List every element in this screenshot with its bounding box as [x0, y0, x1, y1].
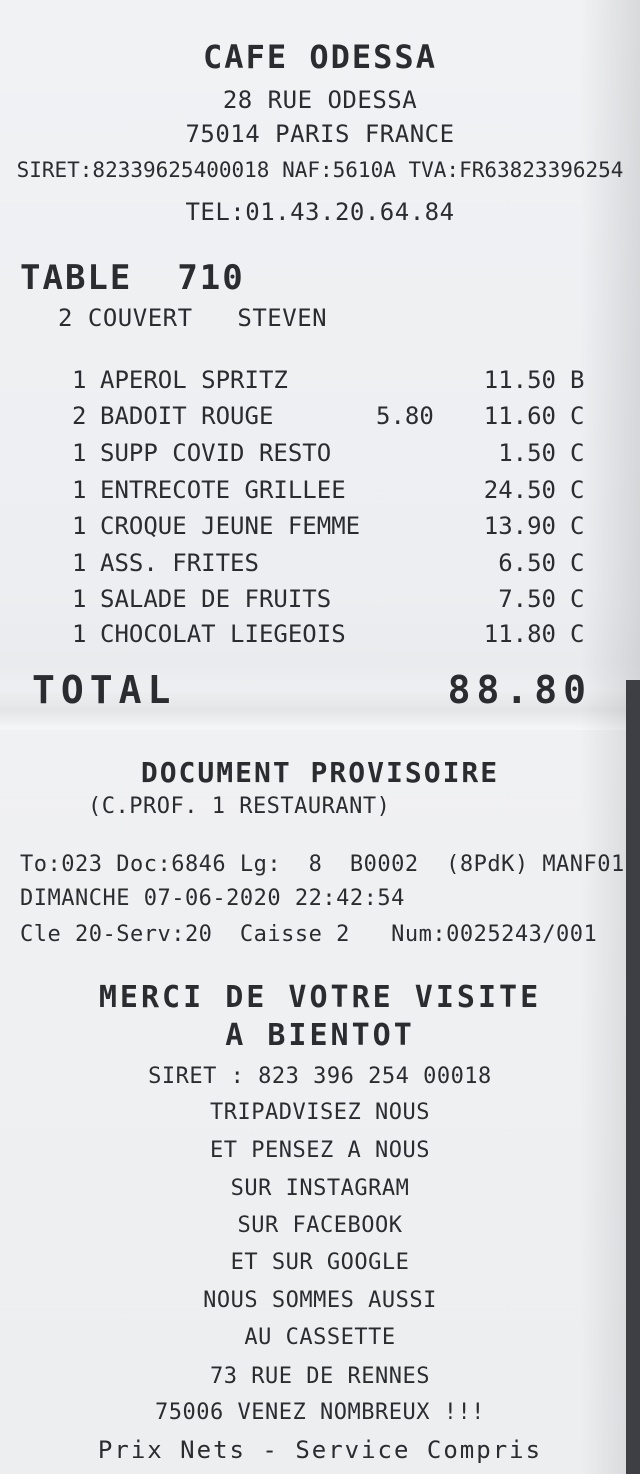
item-tax-code: C [570, 585, 585, 613]
restaurant-city: 75014 PARIS FRANCE [185, 120, 455, 148]
background-edge [626, 680, 640, 1474]
table-heading: TABLE 710 [20, 258, 245, 298]
item-name: BADOIT ROUGE [100, 402, 274, 430]
footer-siret: SIRET : 823 396 254 00018 [148, 1064, 492, 1089]
item-tax-code: C [570, 620, 585, 648]
list-item: 1 CROQUE JEUNE FEMME 13.90 C [0, 512, 640, 544]
item-price: 1.50 [498, 439, 556, 467]
item-unit-price: 5.80 [376, 402, 434, 430]
item-price: 6.50 [498, 549, 556, 577]
list-item: 1 CHOCOLAT LIEGEOIS 11.80 C [0, 620, 640, 652]
footer-line: 75006 VENEZ NOMBREUX !!! [155, 1400, 485, 1425]
item-price: 24.50 [483, 476, 556, 504]
item-qty: 1 [72, 620, 87, 648]
item-name: SUPP COVID RESTO [100, 439, 332, 467]
list-item: 1 SUPP COVID RESTO 1.50 C [0, 439, 640, 471]
list-item: 1 ASS. FRITES 6.50 C [0, 549, 640, 581]
register-info: Cle 20-Serv:20 Caisse 2 Num:0025243/001 [20, 922, 598, 947]
item-price: 11.50 [483, 366, 556, 394]
table-label: TABLE [20, 258, 133, 298]
footer-line: 73 RUE DE RENNES [210, 1364, 430, 1389]
restaurant-phone: TEL:01.43.20.64.84 [185, 198, 455, 226]
item-name: CHOCOLAT LIEGEOIS [100, 620, 346, 648]
item-price: 11.60 [483, 402, 556, 430]
item-tax-code: C [570, 549, 585, 577]
item-tax-code: B [570, 366, 585, 394]
total-amount: 88.80 [447, 668, 592, 712]
item-qty: 1 [72, 476, 87, 504]
item-tax-code: C [570, 512, 585, 540]
item-qty: 1 [72, 585, 87, 613]
document-subtitle: (C.PROF. 1 RESTAURANT) [88, 794, 391, 819]
item-qty: 1 [72, 366, 87, 394]
restaurant-street: 28 RUE ODESSA [222, 86, 418, 114]
restaurant-name: CAFE ODESSA [203, 38, 437, 76]
server-name: STEVEN [237, 304, 328, 332]
item-price: 13.90 [483, 512, 556, 540]
covers: 2 COUVERT [58, 304, 193, 332]
list-item: 1 SALADE DE FRUITS 7.50 C [0, 585, 640, 617]
item-qty: 1 [72, 439, 87, 467]
receipt-paper: CAFE ODESSA 28 RUE ODESSA 75014 PARIS FR… [0, 0, 640, 1474]
footer-line: NOUS SOMMES AUSSI [203, 1288, 437, 1313]
item-tax-code: C [570, 439, 585, 467]
footer-line: SUR FACEBOOK [237, 1213, 403, 1238]
document-title: DOCUMENT PROVISOIRE [140, 756, 500, 789]
covers-line: 2 COUVERT STEVEN [58, 304, 327, 332]
item-name: ASS. FRITES [100, 549, 259, 577]
item-price: 11.80 [483, 620, 556, 648]
restaurant-ids: SIRET:82339625400018 NAF:5610A TVA:FR638… [16, 158, 624, 182]
transaction-datetime: DIMANCHE 07-06-2020 22:42:54 [20, 886, 405, 911]
see-you-message: A BIENTOT [225, 1018, 415, 1053]
item-price: 7.50 [498, 585, 556, 613]
thank-you-message: MERCI DE VOTRE VISITE [98, 980, 542, 1015]
item-name: CROQUE JEUNE FEMME [100, 512, 361, 540]
total-label: TOTAL [32, 668, 177, 712]
footer-line: SUR INSTAGRAM [230, 1176, 410, 1201]
item-tax-code: C [570, 476, 585, 504]
transaction-info: To:023 Doc:6846 Lg: 8 B0002 (8PdK) MANF0… [20, 852, 640, 877]
item-qty: 1 [72, 549, 87, 577]
footer-line: AU CASSETTE [244, 1325, 396, 1350]
footer-line: ET PENSEZ A NOUS [210, 1138, 430, 1163]
list-item: 1 ENTRECOTE GRILLEE 24.50 C [0, 476, 640, 508]
list-item: 2 BADOIT ROUGE 5.80 11.60 C [0, 402, 640, 434]
footer-line: ET SUR GOOGLE [230, 1250, 410, 1275]
price-notice: Prix Nets - Service Compris [97, 1436, 543, 1464]
item-name: ENTRECOTE GRILLEE [100, 476, 346, 504]
list-item: 1 APEROL SPRITZ 11.50 B [0, 366, 640, 398]
item-qty: 2 [72, 402, 87, 430]
table-number: 710 [177, 258, 245, 298]
item-tax-code: C [570, 402, 585, 430]
item-name: SALADE DE FRUITS [100, 585, 332, 613]
item-qty: 1 [72, 512, 87, 540]
footer-line: TRIPADVISEZ NOUS [210, 1100, 430, 1125]
item-name: APEROL SPRITZ [100, 366, 288, 394]
